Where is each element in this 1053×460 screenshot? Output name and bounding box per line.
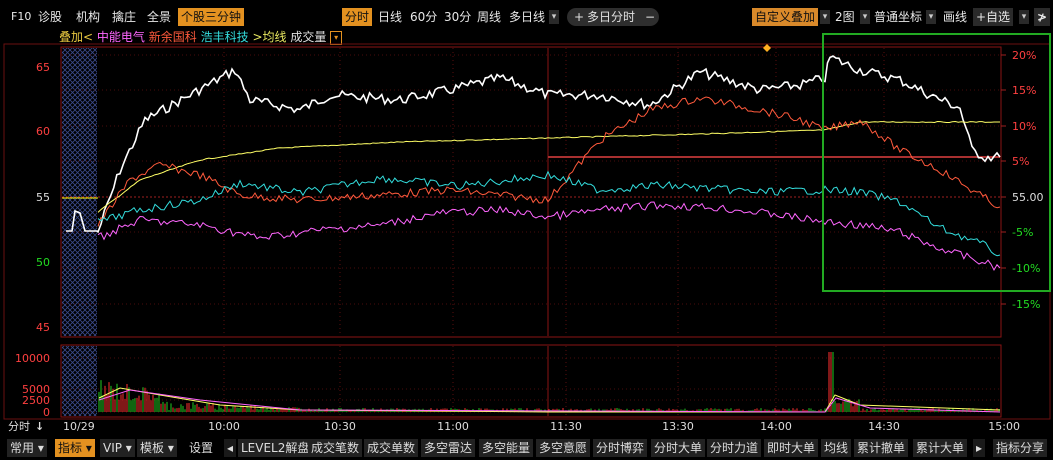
vip-label: VIP	[103, 441, 122, 455]
arrow-down-icon: ↓	[35, 420, 44, 433]
right-tick-0: 20%	[1012, 49, 1036, 62]
volume-bars	[98, 352, 1001, 413]
template-label: 模板	[140, 441, 165, 455]
right-tick-2: 10%	[1012, 120, 1036, 133]
time-tick-2: 10:30	[324, 420, 356, 433]
grid-lines	[62, 48, 1000, 416]
settings-button[interactable]: 设置	[186, 439, 217, 457]
left-price-axis: 65 60 55 50 45	[36, 61, 50, 334]
indicator-tab-4[interactable]: 多空能量	[479, 439, 534, 457]
left-tick-2: 55	[36, 191, 50, 204]
indicator-tab-0[interactable]: LEVEL2解盘	[238, 439, 313, 457]
volume-panel-frame	[60, 344, 1002, 418]
indicator-button[interactable]: 指标 ▾	[55, 439, 95, 457]
indicator-tab-6[interactable]: 分时博弈	[593, 439, 648, 457]
volume-axis: 10000500025000	[15, 352, 50, 419]
common-button[interactable]: 常用 ▾	[7, 439, 47, 457]
volume-tick-0: 10000	[15, 352, 50, 365]
left-tick-1: 60	[36, 125, 50, 138]
left-tick-0: 65	[36, 61, 50, 74]
time-tick-5: 13:30	[662, 420, 694, 433]
left-tick-4: 45	[36, 321, 50, 334]
indicator-tab-10[interactable]: 均线	[821, 439, 852, 457]
time-tick-3: 11:00	[437, 420, 469, 433]
indicator-tab-11[interactable]: 累计撤单	[854, 439, 909, 457]
left-tick-3: 50	[36, 256, 50, 269]
time-tick-8: 15:00	[988, 420, 1020, 433]
scroll-right-icon[interactable]: ▸	[973, 439, 986, 457]
pre-open-area-volume	[62, 346, 97, 416]
volume-tick-3: 0	[43, 406, 50, 419]
template-button[interactable]: 模板 ▾	[137, 439, 177, 457]
indicator-tab-3[interactable]: 多空雷达	[421, 439, 476, 457]
indicator-tab-12[interactable]: 累计大单	[913, 439, 968, 457]
volume-line-s1	[98, 389, 1001, 413]
right-tick-3: 5%	[1012, 155, 1029, 168]
time-axis: 10/29 10:00 10:30 11:00 11:30 13:30 14:00 14:30…	[63, 420, 1020, 433]
indicator-tab-8[interactable]: 分时力道	[707, 439, 762, 457]
time-tick-4: 11:30	[550, 420, 582, 433]
indicator-tab-7[interactable]: 分时大单	[651, 439, 706, 457]
overlay-line-s2	[97, 96, 1001, 227]
overlay-line-s1	[97, 201, 1001, 272]
right-tick-5: -5%	[1012, 226, 1033, 239]
time-tick-0: 10/29	[63, 420, 95, 433]
time-tick-1: 10:00	[208, 420, 240, 433]
right-tick-6: -10%	[1012, 262, 1040, 275]
overlay-line-s3	[97, 170, 1001, 257]
time-tick-7: 14:30	[868, 420, 900, 433]
pre-open-area	[62, 48, 97, 336]
common-label: 常用	[10, 441, 35, 455]
main-price-line	[66, 55, 1001, 234]
right-tick-7: -15%	[1012, 298, 1040, 311]
indicator-tab-5[interactable]: 多空意愿	[536, 439, 591, 457]
avg-price-line	[97, 121, 1001, 213]
vip-button[interactable]: VIP ▾	[100, 439, 135, 457]
right-percent-axis: 20% 15% 10% 5% 55.00 -5% -10% -15%	[1001, 49, 1044, 311]
indicator-tab-1[interactable]: 成交笔数	[308, 439, 363, 457]
right-tick-1: 15%	[1012, 84, 1036, 97]
scroll-left-icon[interactable]: ◂	[224, 439, 237, 457]
time-tick-6: 14:00	[760, 420, 792, 433]
indicator-tab-2[interactable]: 成交单数	[364, 439, 419, 457]
indicator-share-button[interactable]: 指标分享	[993, 439, 1048, 457]
right-tick-4: 55.00	[1012, 191, 1044, 204]
price-series	[66, 55, 1001, 272]
indicator-label: 指标	[58, 441, 83, 455]
indicator-tab-9[interactable]: 即时大单	[764, 439, 819, 457]
time-axis-label: 分时	[8, 420, 30, 433]
intraday-chart: 65 60 55 50 45 20% 15% 10% 5% 55.00 -5% -10% -15% 1…	[3, 33, 1051, 433]
event-diamond-icon	[763, 44, 771, 52]
